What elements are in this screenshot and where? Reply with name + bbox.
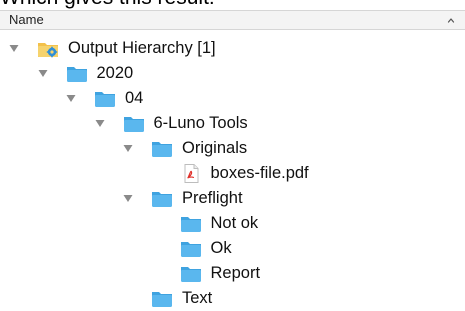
tree-row[interactable]: Output Hierarchy [1]	[0, 36, 465, 61]
tree-item-label: Ok	[210, 239, 232, 257]
tree-row[interactable]: Text	[0, 286, 465, 311]
tree-item-label: 04	[125, 89, 144, 107]
folder-icon	[180, 217, 201, 232]
smart-folder-gear-icon	[38, 43, 58, 58]
tree-row[interactable]: 6-Luno Tools	[0, 111, 465, 136]
folder-icon	[152, 142, 172, 157]
folder-icon	[66, 67, 87, 82]
name-column-header[interactable]: Name	[0, 10, 465, 30]
file-tree: Output Hierarchy [1] 2020 04 6-Luno Tools Or…	[0, 36, 465, 311]
tree-row[interactable]: Originals	[0, 136, 465, 161]
folder-icon	[180, 242, 201, 257]
disclosure-triangle-down-icon[interactable]	[95, 119, 105, 128]
tree-item-label: Not ok	[210, 214, 259, 232]
folder-icon	[180, 267, 201, 282]
chevron-up-icon[interactable]	[447, 13, 455, 27]
tree-item-label: boxes-file.pdf	[210, 164, 309, 182]
tree-row[interactable]: 04	[0, 86, 465, 111]
tree-item-label: Originals	[182, 139, 248, 157]
folder-icon	[123, 117, 144, 132]
tree-item-label: Output Hierarchy [1]	[68, 39, 216, 57]
folder-icon	[152, 292, 172, 307]
caption-text: Which gives this result:	[0, 0, 215, 10]
tree-row[interactable]: 2020	[0, 61, 465, 86]
tree-row[interactable]: Ok	[0, 236, 465, 261]
name-column-label: Name	[9, 12, 44, 27]
disclosure-triangle-down-icon[interactable]	[9, 44, 19, 53]
disclosure-triangle-down-icon[interactable]	[38, 69, 48, 78]
disclosure-triangle-down-icon[interactable]	[66, 94, 76, 103]
tree-item-label: Preflight	[182, 189, 243, 207]
tree-row[interactable]: Report	[0, 261, 465, 286]
tree-row[interactable]: boxes-file.pdf	[0, 161, 465, 186]
tree-item-label: 6-Luno Tools	[153, 114, 248, 132]
tree-row[interactable]: Not ok	[0, 211, 465, 236]
disclosure-triangle-down-icon[interactable]	[123, 144, 133, 153]
tree-item-label: Text	[182, 289, 213, 307]
folder-icon	[152, 192, 172, 207]
tree-row[interactable]: Preflight	[0, 186, 465, 211]
disclosure-triangle-down-icon[interactable]	[123, 194, 133, 203]
tree-item-label: 2020	[96, 64, 134, 82]
pdf-file-icon	[184, 164, 198, 183]
folder-icon	[95, 92, 115, 107]
tree-item-label: Report	[210, 264, 261, 282]
